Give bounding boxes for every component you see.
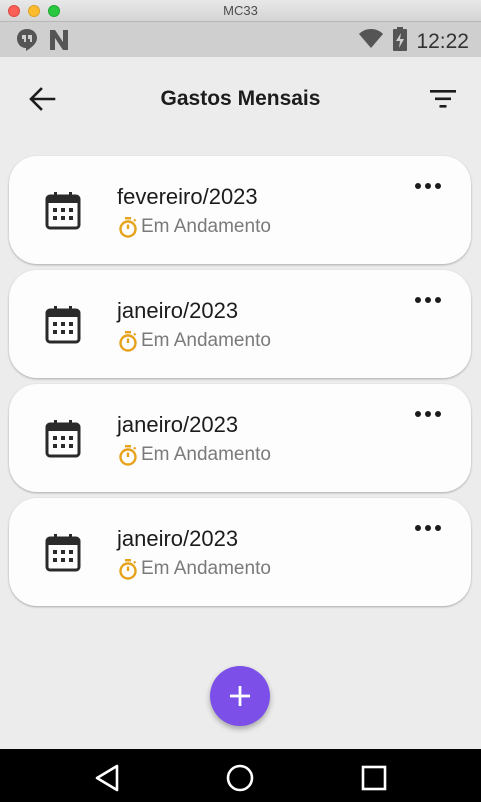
filter-button[interactable] (427, 85, 459, 113)
recents-square-icon (361, 765, 387, 791)
month-label: janeiro/2023 (117, 526, 239, 551)
battery-charging-icon (392, 26, 408, 57)
add-month-button[interactable] (210, 666, 270, 726)
page-title: Gastos Mensais (160, 87, 321, 110)
timer-icon (119, 445, 137, 466)
month-card[interactable]: janeiro/2023 Em Andamento (9, 384, 471, 492)
n-icon (48, 28, 70, 57)
status-row: Em Andamento (117, 216, 271, 238)
home-circle-icon (226, 764, 254, 792)
more-options-icon[interactable] (413, 406, 443, 422)
status-bar: 12:22 (0, 22, 481, 57)
month-label: janeiro/2023 (117, 298, 239, 323)
calendar-icon (45, 306, 81, 344)
calendar-icon (45, 192, 81, 230)
plus-icon (230, 686, 250, 706)
filter-icon (430, 90, 456, 108)
hangouts-icon (16, 28, 38, 57)
month-label: fevereiro/2023 (117, 184, 258, 209)
window-titlebar: MC33 (0, 0, 481, 22)
nav-back-button[interactable] (91, 761, 125, 795)
more-options-icon[interactable] (413, 292, 443, 308)
month-card[interactable]: fevereiro/2023 Em Andamento (9, 156, 471, 264)
status-label: Em Andamento (141, 330, 271, 351)
status-label: Em Andamento (141, 216, 271, 237)
back-triangle-icon (95, 764, 119, 792)
calendar-icon (45, 534, 81, 572)
timer-icon (119, 217, 137, 238)
wifi-icon (358, 28, 384, 55)
status-label: Em Andamento (141, 444, 271, 465)
status-label: Em Andamento (141, 558, 271, 579)
more-options-icon[interactable] (413, 520, 443, 536)
more-options-icon[interactable] (413, 178, 443, 194)
status-time: 12:22 (416, 29, 469, 53)
timer-icon (119, 331, 137, 352)
status-row: Em Andamento (117, 444, 271, 466)
status-row: Em Andamento (117, 330, 271, 352)
month-card[interactable]: janeiro/2023 Em Andamento (9, 498, 471, 606)
navigation-bar (0, 749, 481, 802)
calendar-icon (45, 420, 81, 458)
month-list: fevereiro/2023 Em Andamento janeiro/2023 (9, 156, 471, 612)
nav-home-button[interactable] (223, 761, 257, 795)
app-bar: Gastos Mensais (0, 57, 481, 141)
nav-recents-button[interactable] (357, 761, 391, 795)
timer-icon (119, 559, 137, 580)
window-title: MC33 (223, 3, 258, 18)
status-row: Em Andamento (117, 558, 271, 580)
month-card[interactable]: janeiro/2023 Em Andamento (9, 270, 471, 378)
month-label: janeiro/2023 (117, 412, 239, 437)
